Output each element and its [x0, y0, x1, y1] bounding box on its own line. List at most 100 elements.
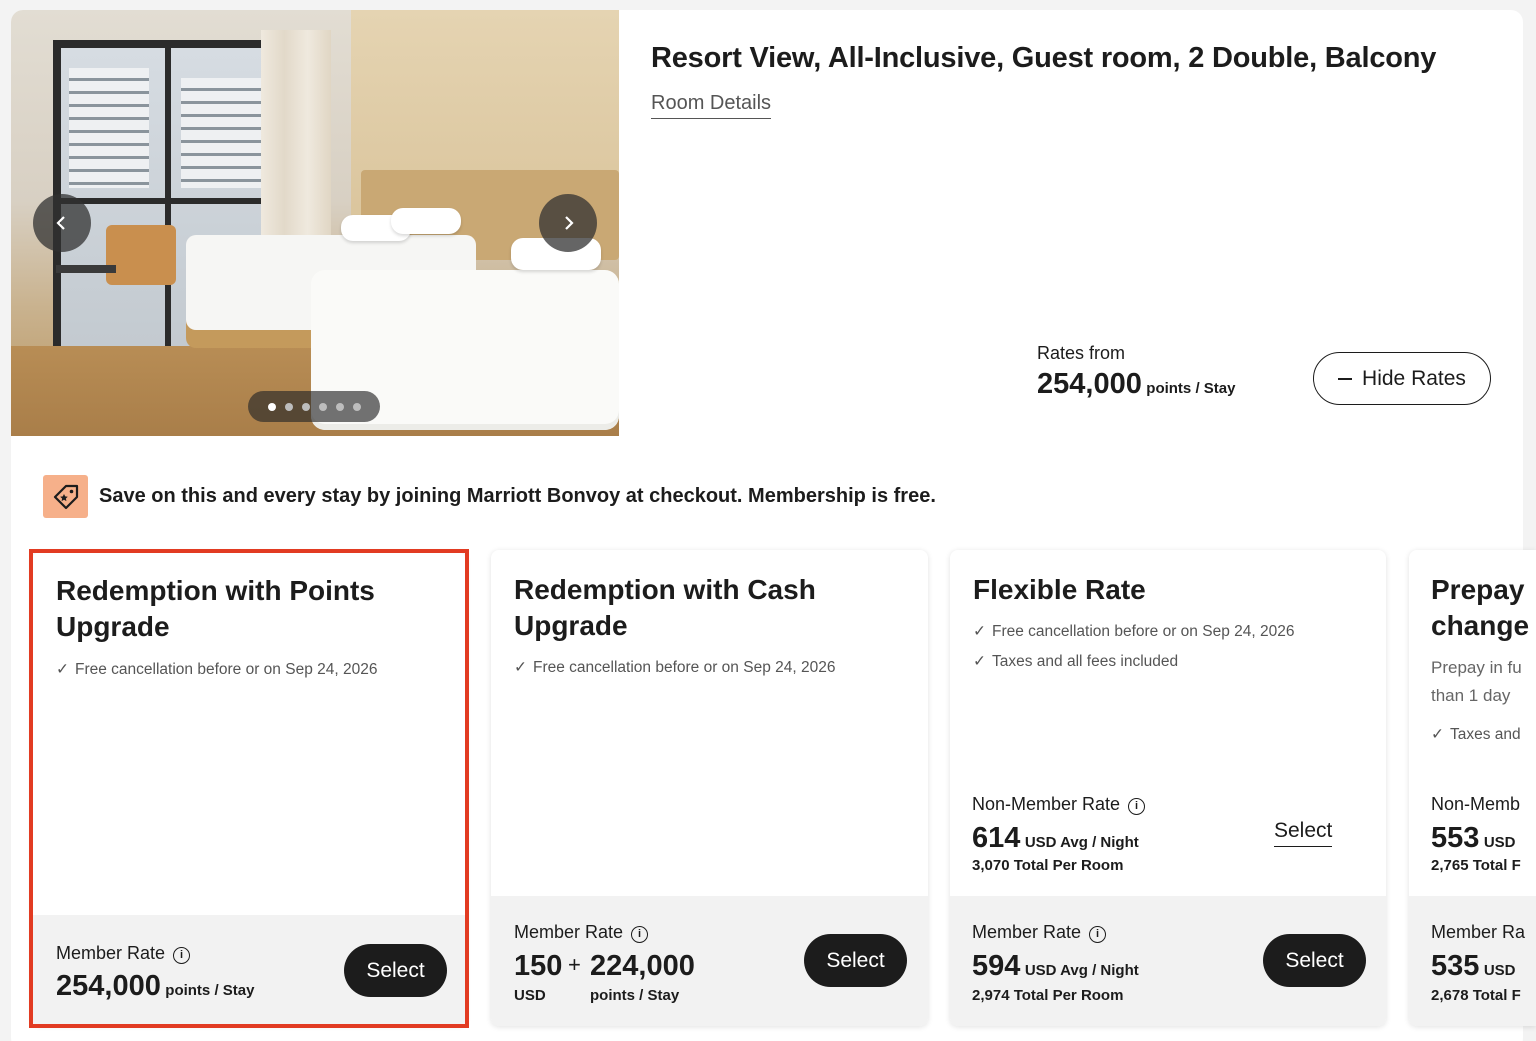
- rate-title: Prepay change: [1431, 572, 1529, 644]
- minus-icon: [1338, 377, 1353, 380]
- rate-title-line: Prepay: [1431, 574, 1525, 605]
- nonmember-rate-price: 614 USD Avg / Night: [972, 822, 1139, 855]
- info-icon[interactable]: i: [631, 926, 649, 943]
- nonmember-rate-unit: USD Avg / Night: [1024, 834, 1139, 851]
- member-rate-label: Member Rate i: [972, 922, 1107, 943]
- photo-table: [56, 265, 116, 273]
- rate-title-line: Upgrade: [56, 611, 170, 642]
- carousel-pagination: [248, 391, 380, 422]
- cash-value: 150: [514, 950, 562, 983]
- carousel-prev-button[interactable]: [33, 194, 91, 252]
- room-photo-carousel[interactable]: [11, 10, 619, 436]
- member-rate-label: Member Rate i: [514, 922, 649, 943]
- rate-feature-text: Free cancellation before or on Sep 24, 2…: [75, 661, 378, 678]
- nonmember-total: 2,765 Total F: [1431, 857, 1521, 874]
- carousel-next-button[interactable]: [539, 194, 597, 252]
- rate-feature: ✓ Taxes and: [1431, 725, 1521, 744]
- rate-feature: ✓ Free cancellation before or on Sep 24, …: [514, 658, 835, 677]
- carousel-dot[interactable]: [335, 402, 344, 411]
- rate-footer: Member Ra 535 USD 2,678 Total F: [1409, 896, 1536, 1026]
- rates-from-price: 254,000 points / Stay: [1037, 368, 1235, 401]
- check-icon: ✓: [973, 653, 986, 670]
- chevron-right-icon: [565, 216, 574, 230]
- nonmember-rate-label: Non-Member Rate i: [972, 794, 1146, 815]
- rate-title: Flexible Rate: [973, 574, 1146, 605]
- rate-card-cash-upgrade: Redemption with Cash Upgrade ✓ Free cance…: [491, 550, 928, 1026]
- nonmember-select-link[interactable]: Select: [1274, 819, 1333, 847]
- points-value: 224,000: [590, 950, 695, 983]
- rates-from-unit: points / Stay: [1146, 380, 1236, 397]
- rate-title-line: change: [1431, 610, 1530, 641]
- member-rate-unit: USD Avg / Night: [1024, 962, 1139, 979]
- rate-description: than 1 day: [1431, 686, 1511, 705]
- member-rate-label: Member Ra: [1431, 922, 1526, 942]
- check-icon: ✓: [1431, 726, 1444, 743]
- room-details-link[interactable]: Room Details: [651, 92, 772, 119]
- rate-feature-text: Taxes and: [1450, 726, 1521, 743]
- nonmember-rate-label: Non-Memb: [1431, 794, 1521, 814]
- nonmember-rate-text: Non-Member Rate: [972, 794, 1121, 814]
- hide-rates-label: Hide Rates: [1362, 366, 1466, 390]
- rate-card-points-upgrade: Redemption with Points Upgrade ✓ Free can…: [32, 552, 466, 1025]
- member-rate-label: Member Rate i: [56, 943, 191, 964]
- rate-card-prepay: Prepay change Prepay in fu than 1 day ✓ T…: [1409, 550, 1536, 1026]
- info-icon[interactable]: i: [1128, 798, 1146, 815]
- rate-feature-text: Taxes and all fees included: [992, 653, 1179, 670]
- tag-icon: [43, 475, 88, 518]
- carousel-dot[interactable]: [352, 402, 361, 411]
- select-button[interactable]: Select: [804, 934, 907, 987]
- member-rate-price: 594 USD Avg / Night: [972, 950, 1139, 983]
- plus-sign: +: [568, 952, 581, 977]
- chevron-left-icon: [56, 216, 65, 230]
- rate-title-line: Redemption with Cash: [514, 574, 816, 605]
- member-rate-price: 535 USD: [1431, 950, 1516, 983]
- rate-feature: ✓ Free cancellation before or on Sep 24, …: [973, 622, 1294, 641]
- rate-card-flexible: Flexible Rate ✓ Free cancellation before …: [950, 550, 1386, 1026]
- member-rate-text: Member Rate: [56, 943, 166, 963]
- hide-rates-button[interactable]: Hide Rates: [1313, 352, 1491, 405]
- rate-description: Prepay in fu: [1431, 658, 1522, 677]
- carousel-dot[interactable]: [318, 402, 327, 411]
- member-rate-value: 535: [1431, 950, 1480, 982]
- rate-footer: Member Rate i 594 USD Avg / Night 2,974 T…: [950, 896, 1386, 1026]
- rate-footer: Member Rate i 150 + 224,000 USD points / …: [491, 896, 928, 1026]
- points-unit: points / Stay: [590, 987, 680, 1004]
- room-title: Resort View, All-Inclusive, Guest room, …: [651, 42, 1437, 74]
- member-rate-unit: USD: [1483, 962, 1516, 979]
- member-rate-text: Member Rate: [972, 922, 1082, 942]
- photo-chair: [106, 225, 176, 285]
- check-icon: ✓: [973, 623, 986, 640]
- rate-title: Redemption with Points Upgrade: [56, 573, 375, 645]
- carousel-dot[interactable]: [267, 402, 276, 411]
- rate-feature: ✓ Free cancellation before or on Sep 24, …: [56, 660, 377, 679]
- photo-pillow: [391, 208, 461, 234]
- carousel-dot[interactable]: [284, 402, 293, 411]
- points-amount: 224,000: [590, 950, 695, 982]
- promo-message: Save on this and every stay by joining M…: [99, 485, 936, 507]
- nonmember-rate-price: 553 USD: [1431, 822, 1516, 855]
- rate-title: Redemption with Cash Upgrade: [514, 572, 816, 644]
- info-icon[interactable]: i: [1089, 926, 1107, 943]
- member-total: 2,678 Total F: [1431, 987, 1521, 1004]
- rates-from-label: Rates from: [1037, 343, 1126, 363]
- member-total: 2,974 Total Per Room: [972, 987, 1124, 1004]
- rate-title-line: Upgrade: [514, 610, 628, 641]
- member-rate-value: 594: [972, 950, 1021, 982]
- rate-title-line: Redemption with Points: [56, 575, 375, 606]
- cash-amount: 150: [514, 950, 563, 982]
- member-rate-price: 254,000 points / Stay: [56, 970, 254, 1003]
- rate-feature-text: Free cancellation before or on Sep 24, 2…: [533, 659, 836, 676]
- carousel-dot[interactable]: [301, 402, 310, 411]
- nonmember-total: 3,070 Total Per Room: [972, 857, 1124, 874]
- cash-unit: USD: [514, 987, 546, 1004]
- member-rate-unit: points / Stay: [165, 982, 255, 999]
- select-button[interactable]: Select: [344, 944, 447, 997]
- select-button[interactable]: Select: [1263, 934, 1366, 987]
- rate-feature: ✓ Taxes and all fees included: [973, 652, 1178, 671]
- rate-footer: Member Rate i 254,000 points / Stay Selec…: [32, 915, 466, 1025]
- rate-feature-text: Free cancellation before or on Sep 24, 2…: [992, 623, 1295, 640]
- nonmember-rate-value: 614: [972, 822, 1021, 854]
- info-icon[interactable]: i: [173, 947, 191, 964]
- rates-from-value: 254,000: [1037, 368, 1142, 400]
- nonmember-rate-value: 553: [1431, 822, 1480, 854]
